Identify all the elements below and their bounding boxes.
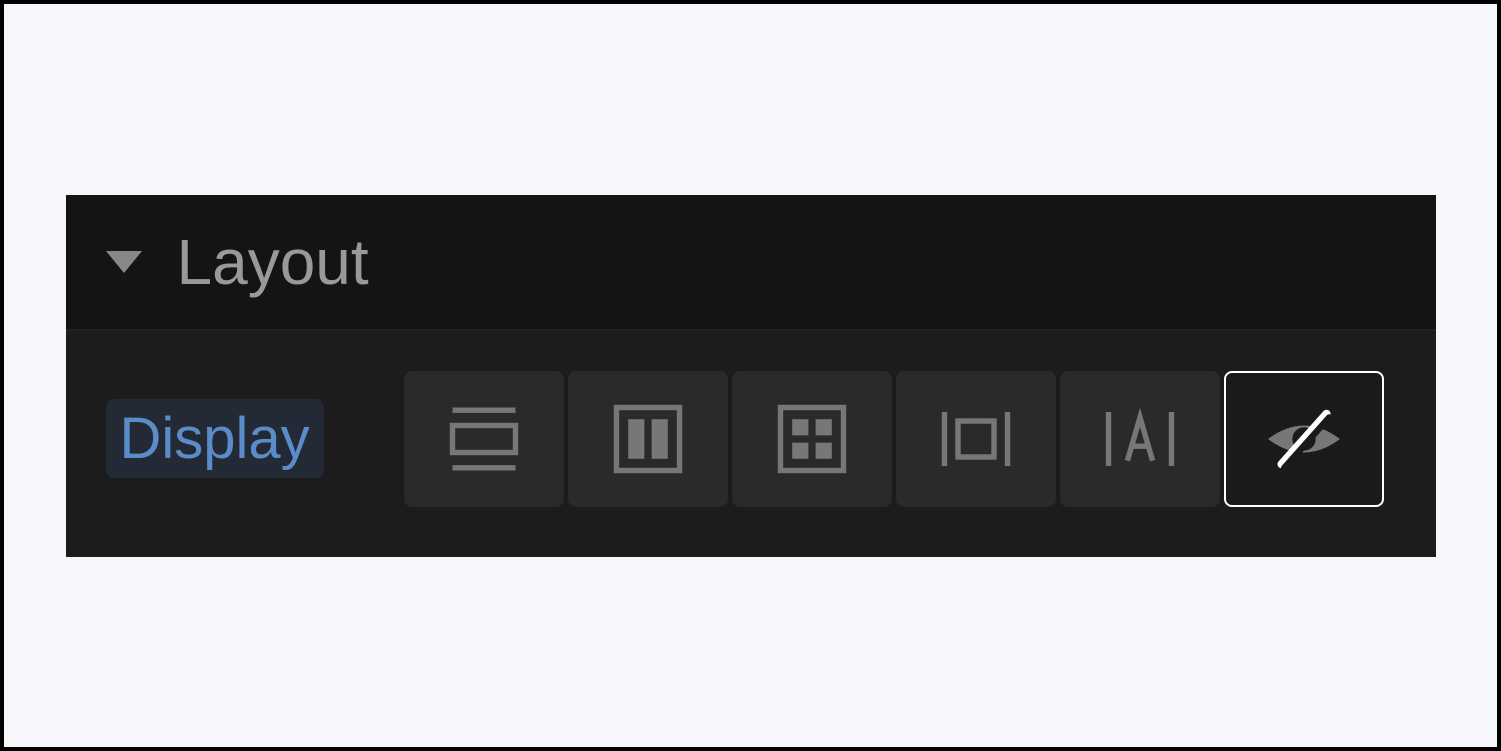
- collapse-arrow-icon: [106, 251, 142, 273]
- section-title: Layout: [177, 225, 369, 299]
- grid-icon: [767, 394, 857, 484]
- display-grid-button[interactable]: [732, 371, 892, 507]
- inline-block-icon: [931, 394, 1021, 484]
- layout-section-header[interactable]: Layout: [66, 195, 1436, 331]
- layout-panel: Layout Display: [66, 195, 1436, 557]
- inline-icon: [1095, 394, 1185, 484]
- display-none-button[interactable]: [1224, 371, 1384, 507]
- display-block-button[interactable]: [404, 371, 564, 507]
- display-inline-block-button[interactable]: [896, 371, 1056, 507]
- hidden-eye-icon: [1259, 394, 1349, 484]
- display-inline-button[interactable]: [1060, 371, 1220, 507]
- block-icon: [439, 394, 529, 484]
- display-label[interactable]: Display: [106, 399, 324, 478]
- display-options-group: [404, 371, 1384, 507]
- display-property-row: Display: [66, 331, 1436, 557]
- flex-icon: [603, 394, 693, 484]
- display-flex-button[interactable]: [568, 371, 728, 507]
